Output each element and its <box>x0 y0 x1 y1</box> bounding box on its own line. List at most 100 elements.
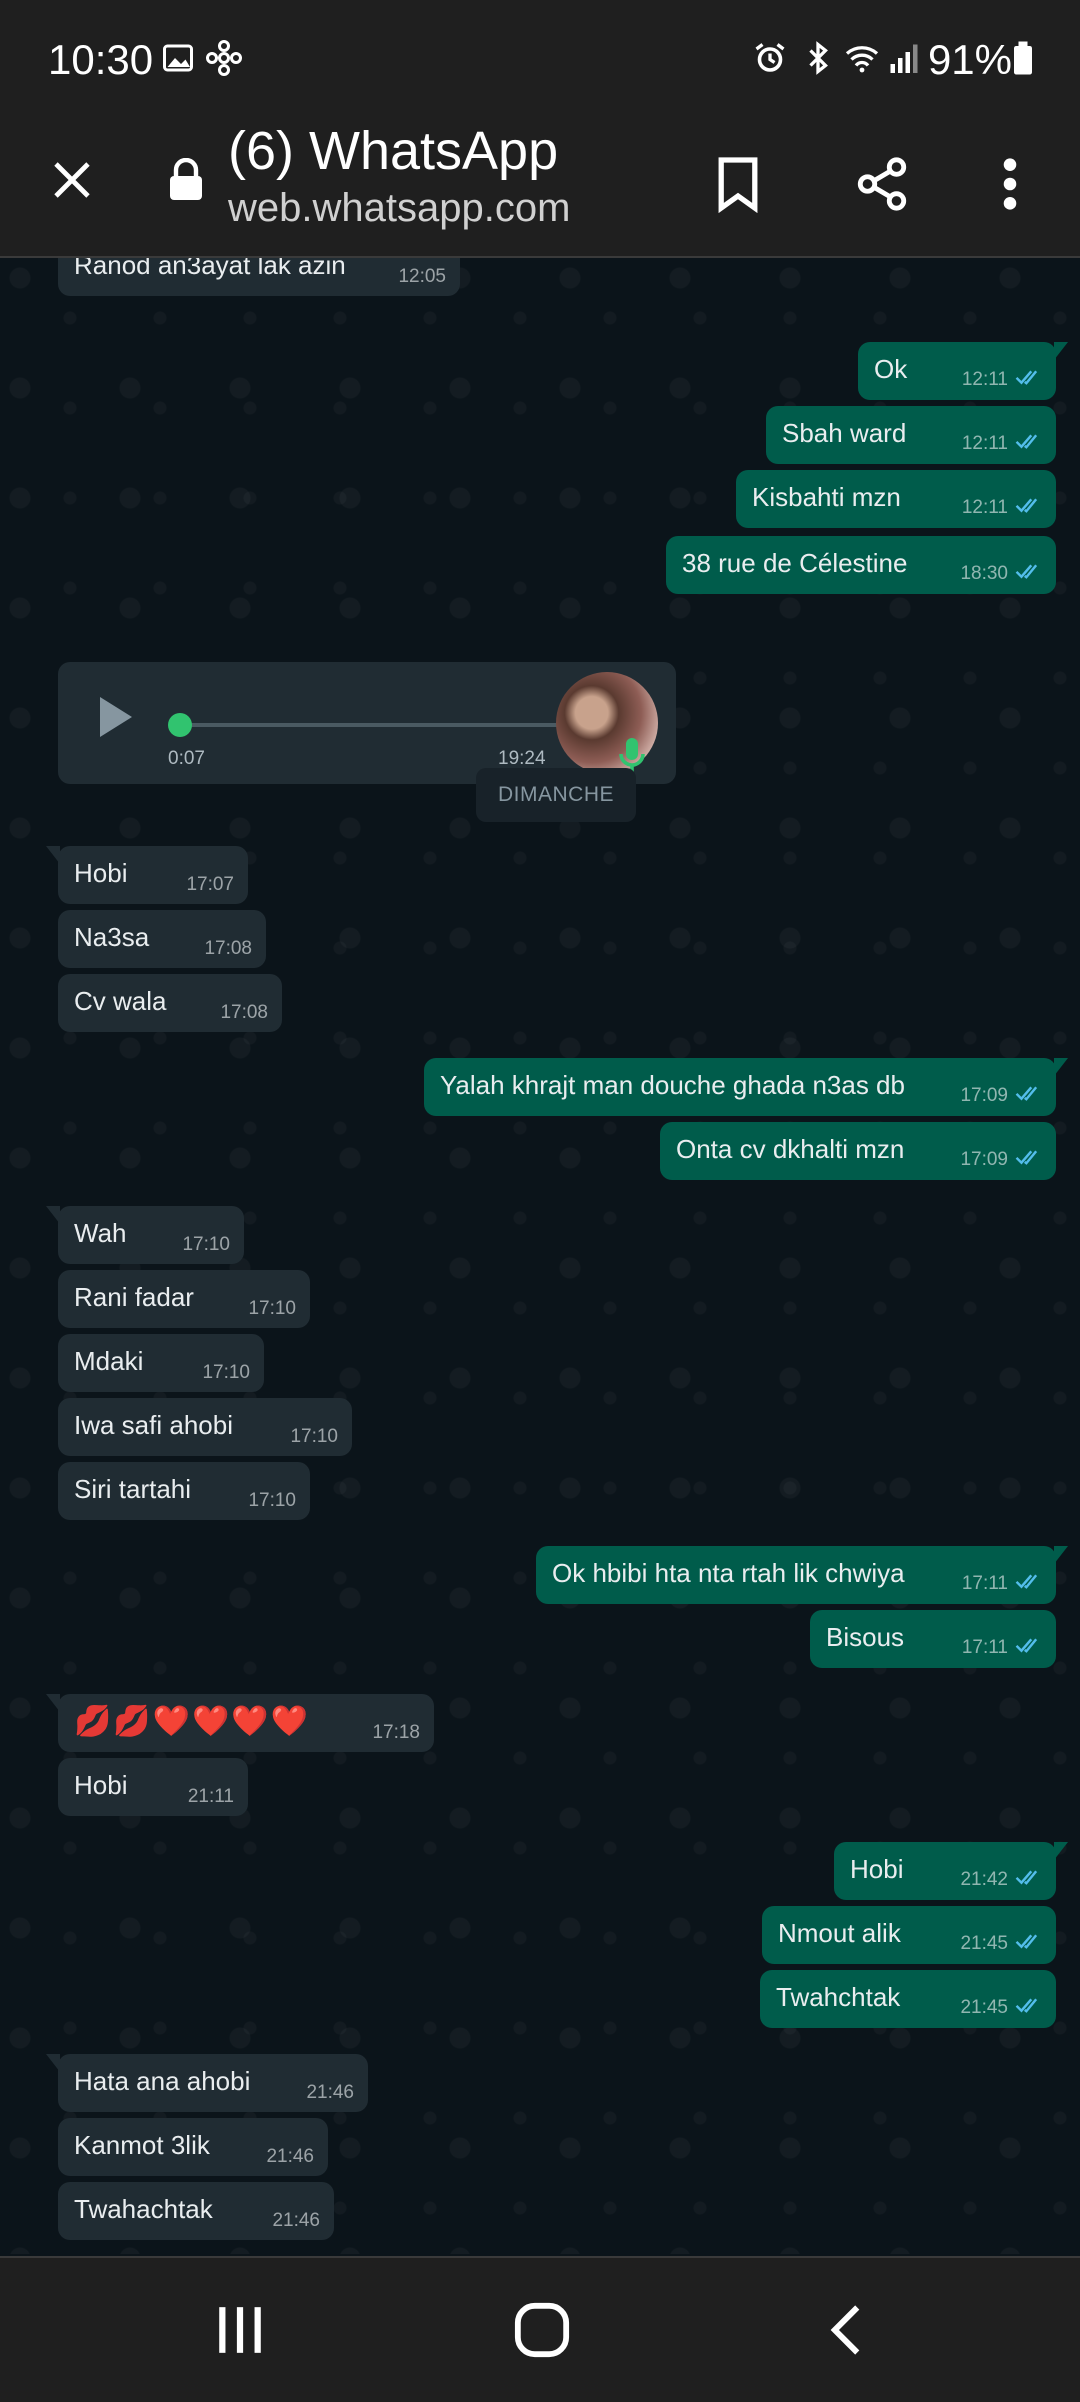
read-receipt <box>1014 1084 1042 1108</box>
message-bubble[interactable]: Ranod an3ayat lak azin 12:05 <box>58 258 460 296</box>
message-bubble[interactable]: Hobi 17:07 <box>58 846 248 904</box>
message-time: 17:11 <box>961 1573 1008 1594</box>
message-time: 17:10 <box>248 1298 296 1319</box>
message-bubble[interactable]: Wah 17:10 <box>58 1206 244 1264</box>
message-bubble[interactable]: Twahachtak 21:46 <box>58 2182 334 2240</box>
message-bubble[interactable]: Kisbahti mzn 12:11 <box>736 470 1056 528</box>
voice-message: 0:07 19:24 <box>58 662 676 784</box>
message-text: Nmout alik <box>778 1917 901 1948</box>
message-meta: 17:10 <box>182 1234 230 1256</box>
message-text: Siri tartahi <box>74 1473 192 1504</box>
message-time: 17:09 <box>960 1085 1008 1106</box>
message-meta: 17:10 <box>248 1490 296 1512</box>
message-bubble[interactable]: Rani fadar 17:10 <box>58 1270 310 1328</box>
bubble-tail <box>1054 342 1068 360</box>
message-bubble[interactable]: Sbah ward 12:11 <box>766 406 1056 464</box>
battery-percent: 91% <box>927 36 1012 83</box>
message-time: 12:11 <box>961 497 1008 518</box>
message-text: Yalah khrajt man douche ghada n3as db <box>440 1069 905 1100</box>
message-bubble[interactable]: Hata ana ahobi 21:46 <box>58 2054 368 2112</box>
message-bubble[interactable]: Ok hbibi hta nta rtah lik chwiya 17:11 <box>536 1546 1056 1604</box>
message-bubble[interactable]: Onta cv dkhalti mzn 17:09 <box>660 1122 1056 1180</box>
play-icon[interactable] <box>96 692 136 742</box>
message-meta: 17:08 <box>220 1002 268 1024</box>
message-bubble[interactable]: Iwa safi ahobi 17:10 <box>58 1398 352 1456</box>
voice-duration: 0:07 <box>168 748 205 769</box>
read-receipt <box>1014 1636 1042 1660</box>
read-receipt-icon <box>1015 1086 1038 1101</box>
message-bubble[interactable]: Twahchtak 21:45 <box>760 1970 1056 2028</box>
voice-progress-knob[interactable] <box>168 713 192 737</box>
message-bubble[interactable]: Mdaki 17:10 <box>58 1334 264 1392</box>
message-meta: 17:11 <box>962 1572 1042 1596</box>
message-bubble[interactable]: Yalah khrajt man douche ghada n3as db 17:… <box>424 1058 1056 1116</box>
browser-toolbar: (6) WhatsApp web.whatsapp.com <box>0 118 1080 258</box>
message-time: 17:08 <box>204 938 252 959</box>
message-bubble[interactable]: 38 rue de Célestine 18:30 <box>666 536 1056 594</box>
home-icon <box>514 2302 570 2358</box>
close-tab-button[interactable] <box>40 148 104 212</box>
voice-time: 19:24 <box>498 748 546 769</box>
chat-area[interactable]: 0:07 19:24 DIMANCHE Ranod an3ayat lak az… <box>0 258 1080 2254</box>
message-text: Bisous <box>826 1621 905 1652</box>
bubble-tail <box>1054 1842 1068 1860</box>
message-meta: 17:10 <box>248 1298 296 1320</box>
message-meta: 12:11 <box>962 496 1042 520</box>
message-time: 17:08 <box>220 1002 268 1023</box>
read-receipt-icon <box>1015 370 1038 385</box>
recent-apps-button[interactable] <box>200 2294 280 2366</box>
bubble-tail <box>1054 1058 1068 1076</box>
read-receipt-icon <box>1015 1934 1038 1949</box>
wifi-icon <box>845 46 879 73</box>
message-text: Hata ana ahobi <box>74 2065 251 2096</box>
message-time: 21:11 <box>187 1786 234 1807</box>
message-text: Wah <box>74 1217 127 1248</box>
message-text: Ok hbibi hta nta rtah lik chwiya <box>552 1557 905 1588</box>
site-info-button[interactable] <box>164 154 208 206</box>
home-button[interactable] <box>502 2294 582 2366</box>
message-meta: 17:08 <box>204 938 252 960</box>
message-time: 17:10 <box>182 1234 230 1255</box>
message-time: 17:18 <box>372 1722 420 1743</box>
more-options-button[interactable] <box>978 146 1042 222</box>
status-time: 10:30 <box>48 36 154 83</box>
bubble-tail <box>46 2054 60 2072</box>
more-vert-icon <box>1003 158 1017 210</box>
read-receipt-icon <box>1015 564 1038 579</box>
back-button[interactable] <box>806 2294 886 2366</box>
message-bubble[interactable]: Cv wala 17:08 <box>58 974 282 1032</box>
message-bubble[interactable]: Nmout alik 21:45 <box>762 1906 1056 1964</box>
read-receipt-icon <box>1015 1998 1038 2013</box>
message-text: Hobi <box>74 857 128 888</box>
voice-progress-track[interactable] <box>178 723 580 727</box>
message-bubble[interactable]: 💋💋❤️❤️❤️❤️ 17:18 <box>58 1694 434 1752</box>
message-time: 21:46 <box>306 2082 354 2103</box>
recent-apps-icon <box>219 2307 261 2353</box>
message-text: Hobi <box>850 1853 904 1884</box>
share-button[interactable] <box>844 146 920 222</box>
message-meta: 21:46 <box>306 2082 354 2104</box>
read-receipt <box>1014 368 1042 392</box>
message-bubble[interactable]: Kanmot 3lik 21:46 <box>58 2118 328 2176</box>
message-bubble[interactable]: Siri tartahi 17:10 <box>58 1462 310 1520</box>
page-url[interactable]: web.whatsapp.com <box>228 186 570 231</box>
message-text: Twahchtak <box>776 1981 901 2012</box>
bookmark-button[interactable] <box>700 146 776 222</box>
message-meta: 18:30 <box>960 562 1042 586</box>
page-title: (6) WhatsApp <box>228 121 559 181</box>
read-receipt <box>1014 1148 1042 1172</box>
message-bubble[interactable]: Bisous 17:11 <box>810 1610 1056 1668</box>
message-bubble[interactable]: Hobi 21:42 <box>834 1842 1056 1900</box>
message-time: 21:46 <box>272 2210 320 2231</box>
read-receipt <box>1014 562 1042 586</box>
message-meta: 17:09 <box>960 1084 1042 1108</box>
message-text: Cv wala <box>74 985 167 1016</box>
read-receipt-icon <box>1015 1638 1038 1653</box>
bookmark-icon <box>718 157 758 213</box>
bubble-tail <box>1054 1546 1068 1564</box>
message-bubble[interactable]: Ok 12:11 <box>858 342 1056 400</box>
message-bubble[interactable]: Na3sa 17:08 <box>58 910 266 968</box>
message-meta: 17:10 <box>202 1362 250 1384</box>
message-time: 12:11 <box>961 369 1008 390</box>
message-bubble[interactable]: Hobi 21:11 <box>58 1758 248 1816</box>
